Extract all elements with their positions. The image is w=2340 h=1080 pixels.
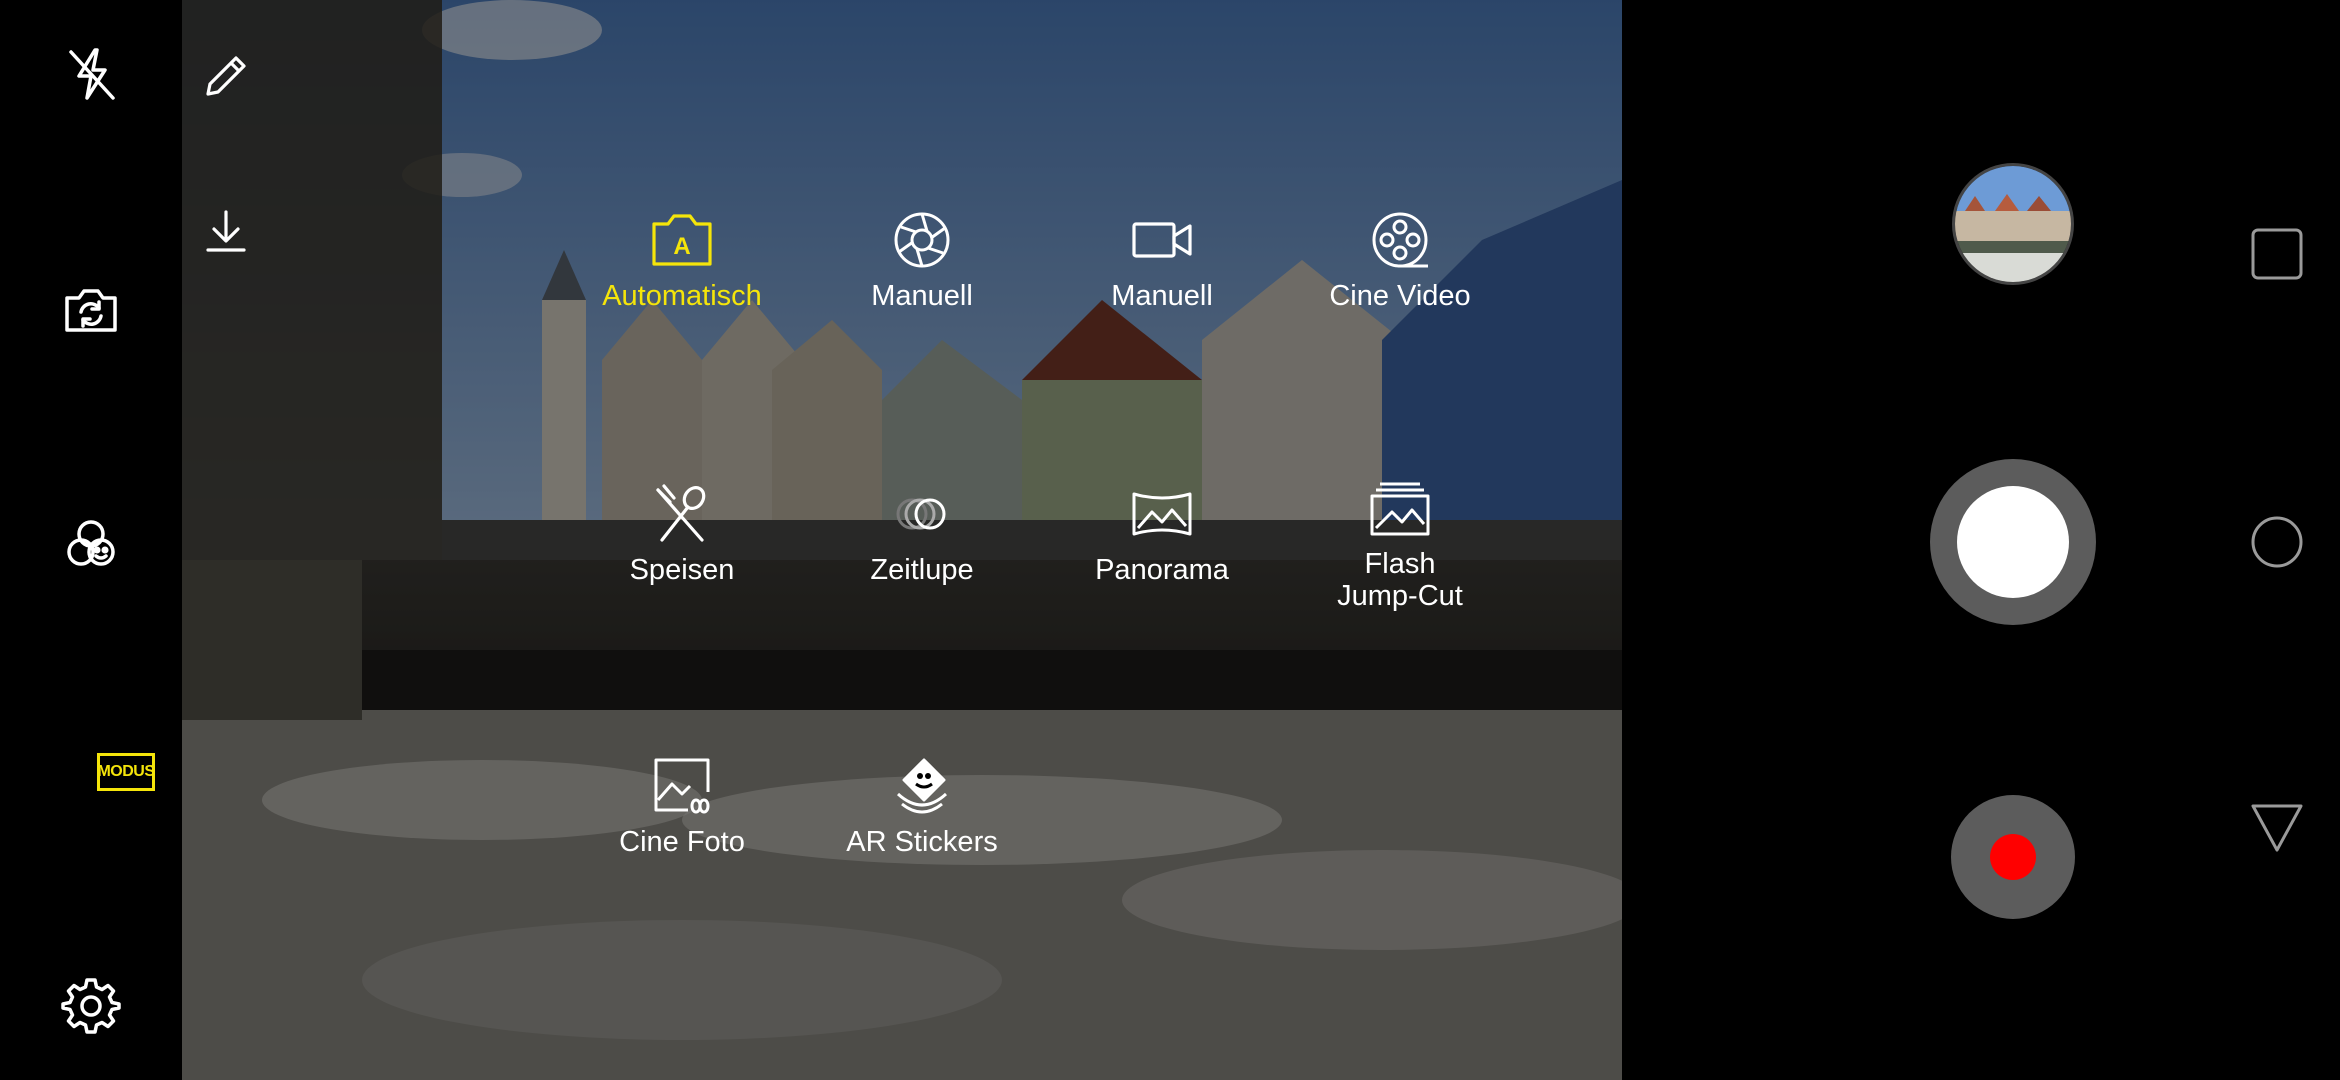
cine-photo-icon	[650, 754, 714, 818]
camera-auto-icon: A	[650, 208, 714, 272]
mode-label: Cine Foto	[619, 826, 745, 858]
mode-automatisch[interactable]: A Automatisch	[562, 208, 802, 312]
aperture-icon	[890, 208, 954, 272]
fork-spoon-icon	[650, 482, 714, 546]
download-icon[interactable]	[198, 204, 254, 260]
circle-home-icon[interactable]	[2247, 512, 2307, 572]
beauty-filter-icon[interactable]	[59, 512, 123, 576]
mode-label: AR Stickers	[846, 826, 998, 858]
square-recents-icon[interactable]	[2247, 224, 2307, 284]
mode-label: Panorama	[1095, 554, 1229, 586]
mode-speisen[interactable]: Speisen	[562, 482, 802, 586]
mode-label: Flash Jump-Cut	[1337, 548, 1463, 612]
mode-cine-foto[interactable]: Cine Foto	[562, 754, 802, 858]
mode-label: Zeitlupe	[870, 554, 974, 586]
flash-off-icon[interactable]	[59, 42, 123, 106]
mode-cine-video[interactable]: Cine Video	[1280, 208, 1520, 312]
triangle-back-icon[interactable]	[2247, 798, 2307, 858]
mode-label: Manuell	[1111, 280, 1213, 312]
gallery-thumbnail[interactable]	[1952, 163, 2074, 285]
mode-label: Automatisch	[602, 280, 762, 312]
record-dot[interactable]	[1990, 834, 2036, 880]
left-toolbar: MODUS	[0, 0, 182, 1080]
mode-label: Cine Video	[1329, 280, 1471, 312]
mode-panorama[interactable]: Panorama	[1042, 482, 1282, 586]
pencil-icon[interactable]	[198, 48, 254, 104]
record-button[interactable]	[1951, 795, 2075, 919]
mode-label: Speisen	[629, 554, 735, 586]
video-camera-icon	[1130, 208, 1194, 272]
panorama-icon	[1130, 482, 1194, 546]
switch-camera-icon[interactable]	[59, 278, 123, 342]
mode-label: Manuell	[871, 280, 973, 312]
mode-manuell-photo[interactable]: Manuell	[802, 208, 1042, 312]
svg-text:A: A	[673, 233, 690, 260]
mode-zeitlupe[interactable]: Zeitlupe	[802, 482, 1042, 586]
shutter-button-inner[interactable]	[1957, 486, 2069, 598]
slow-motion-icon	[890, 482, 954, 546]
mode-manuell-video[interactable]: Manuell	[1042, 208, 1282, 312]
gear-icon[interactable]	[59, 972, 123, 1036]
camera-viewfinder[interactable]: A Automatisch Manuell Manuell Cine Video…	[182, 0, 1622, 1080]
film-reel-icon	[1368, 208, 1432, 272]
stacked-photos-icon	[1368, 476, 1432, 540]
mode-ar-stickers[interactable]: AR Stickers	[802, 754, 1042, 858]
mode-flash-jump-cut[interactable]: Flash Jump-Cut	[1280, 476, 1520, 612]
mode-badge[interactable]: MODUS	[97, 753, 155, 791]
shutter-button[interactable]	[1930, 459, 2096, 625]
ar-sticker-icon	[890, 754, 954, 818]
